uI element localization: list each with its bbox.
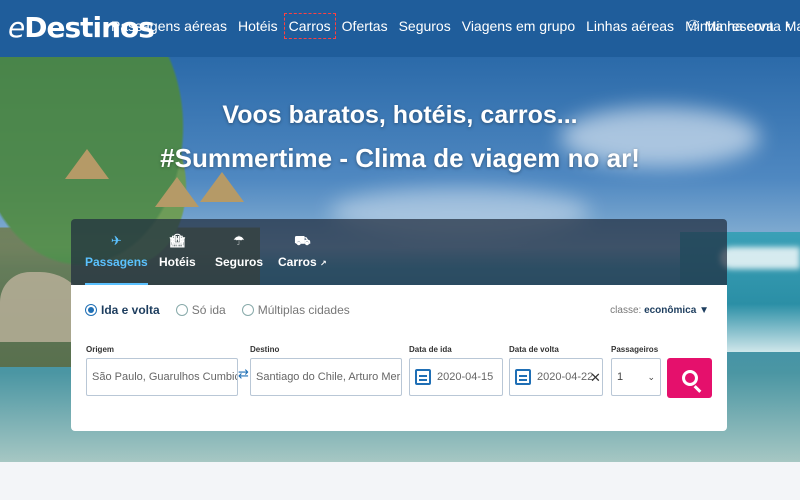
passengers-value: 1 (617, 371, 624, 383)
tab-label: Carros (278, 255, 317, 269)
class-label: classe: (610, 305, 642, 316)
hero-subheadline: #Summertime - Clima de viagem no ar! (160, 143, 640, 173)
radio-ida-e-volta[interactable]: Ida e volta (85, 303, 160, 317)
hut-image (155, 177, 199, 207)
nav-carros[interactable]: Carros (283, 13, 336, 39)
radio-button-icon (241, 304, 254, 316)
tab-carros[interactable]: ⛟ Carros ↗ (278, 233, 327, 269)
tab-carros-text: Carros ↗ (278, 255, 327, 269)
origin-field: Origem São Paulo, Guarulhos Cumbica, Sã (86, 345, 238, 396)
bus-icon: ⛟ (294, 233, 311, 248)
chevron-down-icon: ▾ (785, 21, 790, 30)
return-date-input[interactable]: 2020-04-22 (509, 358, 603, 396)
return-date-value: 2020-04-22 (537, 371, 594, 383)
search-tabs: ✈ Passagens 🏨︎ Hotéis ☂ Seguros ⛟ Carros… (71, 219, 727, 285)
user-icon: ⚇ (687, 17, 700, 33)
passengers-field: Passageiros 1 ⌄ (611, 345, 661, 396)
calendar-icon (415, 369, 431, 385)
radio-label: Só ida (191, 303, 226, 317)
nav-hoteis[interactable]: Hotéis (238, 18, 278, 34)
caret-down-icon: ▼ (699, 305, 709, 316)
umbrella-icon: ☂ (233, 233, 245, 248)
radio-button-icon (175, 304, 188, 316)
nav-seguros[interactable]: Seguros (399, 18, 451, 34)
account-menu[interactable]: ⚇ Minha conta ▾ (687, 17, 790, 34)
trip-type-options: Ida e volta Só ida Múltiplas cidades (85, 303, 350, 317)
tab-label: Hotéis (159, 255, 196, 269)
surf-image (720, 247, 800, 269)
radio-label: Ida e volta (101, 303, 160, 317)
search-panel: Ida e volta Só ida Múltiplas cidades cla… (71, 285, 727, 431)
swap-icon[interactable]: ⇄ (238, 367, 249, 380)
hut-image (200, 172, 244, 202)
radio-button-icon (85, 304, 97, 316)
hero-headline: Voos baratos, hotéis, carros... (222, 101, 578, 129)
chevron-down-icon: ⌄ (647, 371, 655, 382)
clear-return-date-icon[interactable]: ✕ (590, 370, 601, 386)
departure-date-input[interactable]: 2020-04-15 (409, 358, 503, 396)
radio-so-ida[interactable]: Só ida (175, 303, 226, 317)
plane-icon: ✈ (110, 233, 122, 248)
nav-ofertas[interactable]: Ofertas (342, 18, 388, 34)
tab-passagens[interactable]: ✈ Passagens (85, 233, 148, 285)
return-date-field: Data de volta 2020-04-22 (509, 345, 603, 396)
hotel-icon: 🏨︎ (169, 233, 186, 248)
departure-date-value: 2020-04-15 (437, 371, 494, 383)
destination-field: Destino Santiago do Chile, Arturo Merino (250, 345, 402, 396)
destination-input[interactable]: Santiago do Chile, Arturo Merino (250, 358, 402, 396)
passengers-label: Passageiros (611, 345, 659, 354)
return-label: Data de volta (509, 345, 559, 354)
nav-passagens[interactable]: Passagens aéreas (111, 18, 227, 34)
destination-label: Destino (250, 345, 280, 354)
passengers-select[interactable]: 1 ⌄ (611, 358, 661, 396)
departure-label: Data de ida (409, 345, 452, 354)
page-content-strip (0, 462, 800, 500)
tab-label: Seguros (215, 255, 264, 269)
nav-viagens-em-grupo[interactable]: Viagens em grupo (462, 18, 575, 34)
top-nav-bar: eDestinos Passagens aéreas Hotéis Carros… (0, 0, 800, 57)
calendar-icon (515, 369, 531, 385)
radio-multiplas-cidades[interactable]: Múltiplas cidades (241, 303, 350, 317)
origin-label: Origem (86, 345, 115, 354)
account-label: Minha conta (704, 17, 781, 34)
tab-seguros[interactable]: ☂ Seguros (215, 233, 263, 269)
search-button[interactable] (667, 358, 712, 398)
origin-input[interactable]: São Paulo, Guarulhos Cumbica, Sã (86, 358, 238, 396)
radio-label: Múltiplas cidades (257, 303, 350, 317)
departure-date-field: Data de ida 2020-04-15 (409, 345, 503, 396)
search-icon (681, 370, 698, 386)
external-link-icon: ↗ (320, 259, 327, 268)
tab-label: Passagens (85, 255, 148, 269)
class-selector[interactable]: classe: econômica ▼ (610, 305, 709, 316)
class-value: econômica (644, 305, 697, 316)
tab-hoteis[interactable]: 🏨︎ Hotéis (159, 233, 196, 269)
nav-linhas-aereas[interactable]: Linhas aéreas (586, 18, 674, 34)
